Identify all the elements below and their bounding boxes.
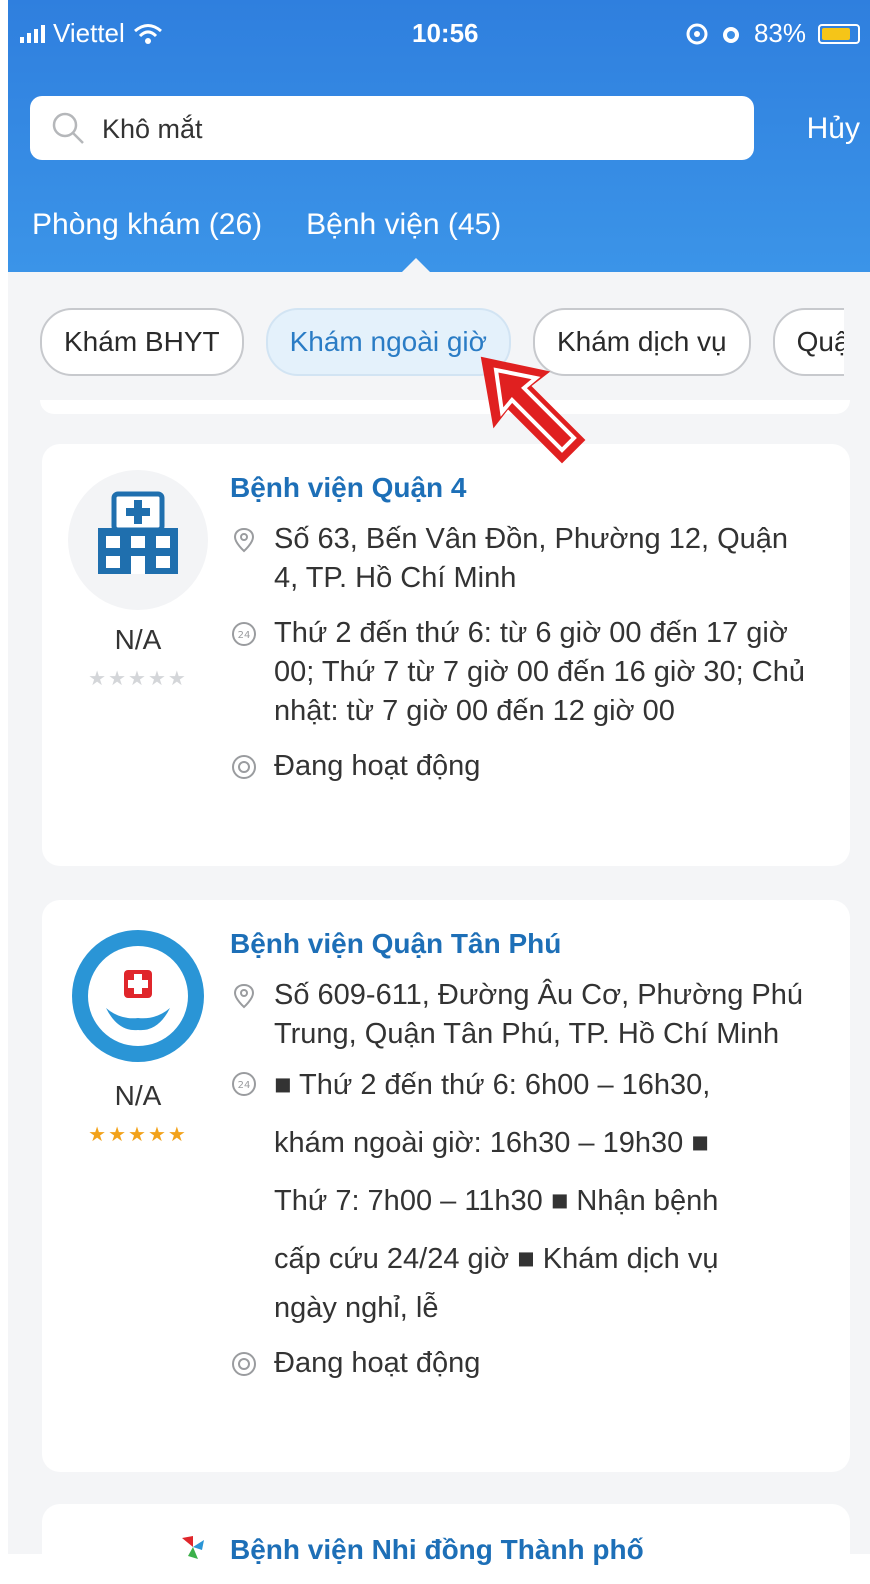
hours-line: khám ngoài giờ: 16h30 – 19h30 ■ [274, 1127, 709, 1159]
hospital-hours: 24 ■ Thứ 2 đến thứ 6: 6h00 – 16h30, khám… [230, 1056, 810, 1328]
battery-icon [818, 23, 860, 44]
rating-label: N/A [114, 1080, 162, 1111]
hours-text: Thứ 2 đến thứ 6: từ 6 giờ 00 đến 17 giờ … [274, 617, 805, 727]
carrier-group: Viettel [20, 18, 163, 49]
alarm-icon [722, 26, 739, 43]
status-dot-icon [232, 755, 256, 779]
status-text: Đang hoạt động [274, 750, 481, 782]
hours-line: cấp cứu 24/24 giờ ■ Khám dịch vụ [274, 1243, 719, 1275]
search-bar[interactable] [30, 96, 754, 160]
tab-benh-vien[interactable]: Bệnh viện (45) [306, 208, 501, 242]
status-bar: Viettel 10:56 83% [8, 0, 870, 64]
results-area: Khám BHYT Khám ngoài giờ Khám dịch vụ Qu… [8, 272, 870, 1584]
filter-chips: Khám BHYT Khám ngoài giờ Khám dịch vụ Qu… [40, 308, 870, 376]
tab-phong-kham[interactable]: Phòng khám (26) [32, 208, 262, 242]
hospital-status: Đang hoạt động [230, 1344, 810, 1383]
location-services-icon [686, 23, 708, 44]
svg-text:24: 24 [238, 630, 251, 641]
battery-fill [822, 27, 850, 40]
status-text: Đang hoạt động [274, 1347, 481, 1379]
tab-bar: Phòng khám (26) Bệnh viện (45) [32, 208, 501, 242]
chips-overflow-fade [844, 302, 870, 382]
search-input[interactable] [100, 110, 724, 148]
signal-icon [20, 24, 45, 43]
location-pin-icon [233, 527, 255, 553]
clock-24-icon: 24 [232, 1072, 256, 1096]
hospital-address: Số 63, Bến Vân Đồn, Phường 12, Quận 4, T… [230, 520, 810, 598]
rating-label: N/A [114, 624, 162, 655]
hospital-card[interactable]: N/A ★★★★★ Bệnh viện Quận Tân Phú Số 609-… [42, 900, 850, 1472]
carrier-label: Viettel [53, 18, 125, 48]
red-arrow-annotation [480, 356, 586, 464]
address-text: Số 609-611, Đường Âu Cơ, Phường Phú Trun… [274, 979, 804, 1050]
status-time: 10:56 [412, 18, 479, 48]
hospital-logo [68, 926, 208, 1066]
address-text: Số 63, Bến Vân Đồn, Phường 12, Quận 4, T… [274, 523, 789, 594]
status-right: 83% [686, 18, 860, 49]
hospital-name[interactable]: Bệnh viện Quận 4 [230, 472, 810, 504]
hospital-emblem-icon [72, 930, 204, 1062]
previous-card-edge [40, 400, 850, 414]
filter-chip-ngoai-gio[interactable]: Khám ngoài giờ [265, 308, 511, 376]
pinwheel-icon [182, 1536, 204, 1559]
rating-stars: ★★★★★ [88, 668, 188, 690]
hospital-info: Bệnh viện Quận 4 Số 63, Bến Vân Đồn, Phư… [230, 472, 810, 786]
hospital-logo [68, 470, 208, 610]
status-dot-icon [232, 1352, 256, 1376]
filter-chip-bhyt[interactable]: Khám BHYT [40, 308, 244, 376]
hospital-hours: 24 Thứ 2 đến thứ 6: từ 6 giờ 00 đến 17 g… [230, 614, 810, 731]
hospital-address: Số 609-611, Đường Âu Cơ, Phường Phú Trun… [230, 976, 810, 1054]
cancel-button[interactable]: Hủy [807, 112, 860, 146]
battery-percent: 83% [753, 18, 806, 48]
hospital-info: Bệnh viện Quận Tân Phú Số 609-611, Đường… [230, 928, 810, 1383]
hours-line: ■ Thứ 2 đến thứ 6: 6h00 – 16h30, [274, 1069, 711, 1101]
hospital-status: Đang hoạt động [230, 747, 810, 786]
hospital-building-icon [98, 491, 178, 574]
hospital-name[interactable]: Bệnh viện Quận Tân Phú [230, 928, 810, 960]
hours-line: ngày nghỉ, lễ [274, 1292, 439, 1324]
search-icon [52, 112, 84, 144]
location-pin-icon [233, 983, 255, 1009]
hours-line: Thứ 7: 7h00 – 11h30 ■ Nhận bệnh [274, 1185, 719, 1217]
svg-text:24: 24 [238, 1080, 251, 1091]
app-header: Viettel 10:56 83% Hủy Phòng khám (26) Bệ… [8, 0, 870, 274]
hospital-name[interactable]: Bệnh viện Nhi đồng Thành phố [230, 1534, 644, 1566]
hospital-card[interactable]: Bệnh viện Nhi đồng Thành phố [42, 1504, 850, 1584]
clock-24-icon: 24 [232, 622, 256, 646]
wifi-icon [133, 23, 162, 44]
hospital-card[interactable]: N/A ★★★★★ Bệnh viện Quận 4 Số 63, Bến Vâ… [42, 444, 850, 866]
rating-stars: ★★★★★ [88, 1124, 188, 1146]
